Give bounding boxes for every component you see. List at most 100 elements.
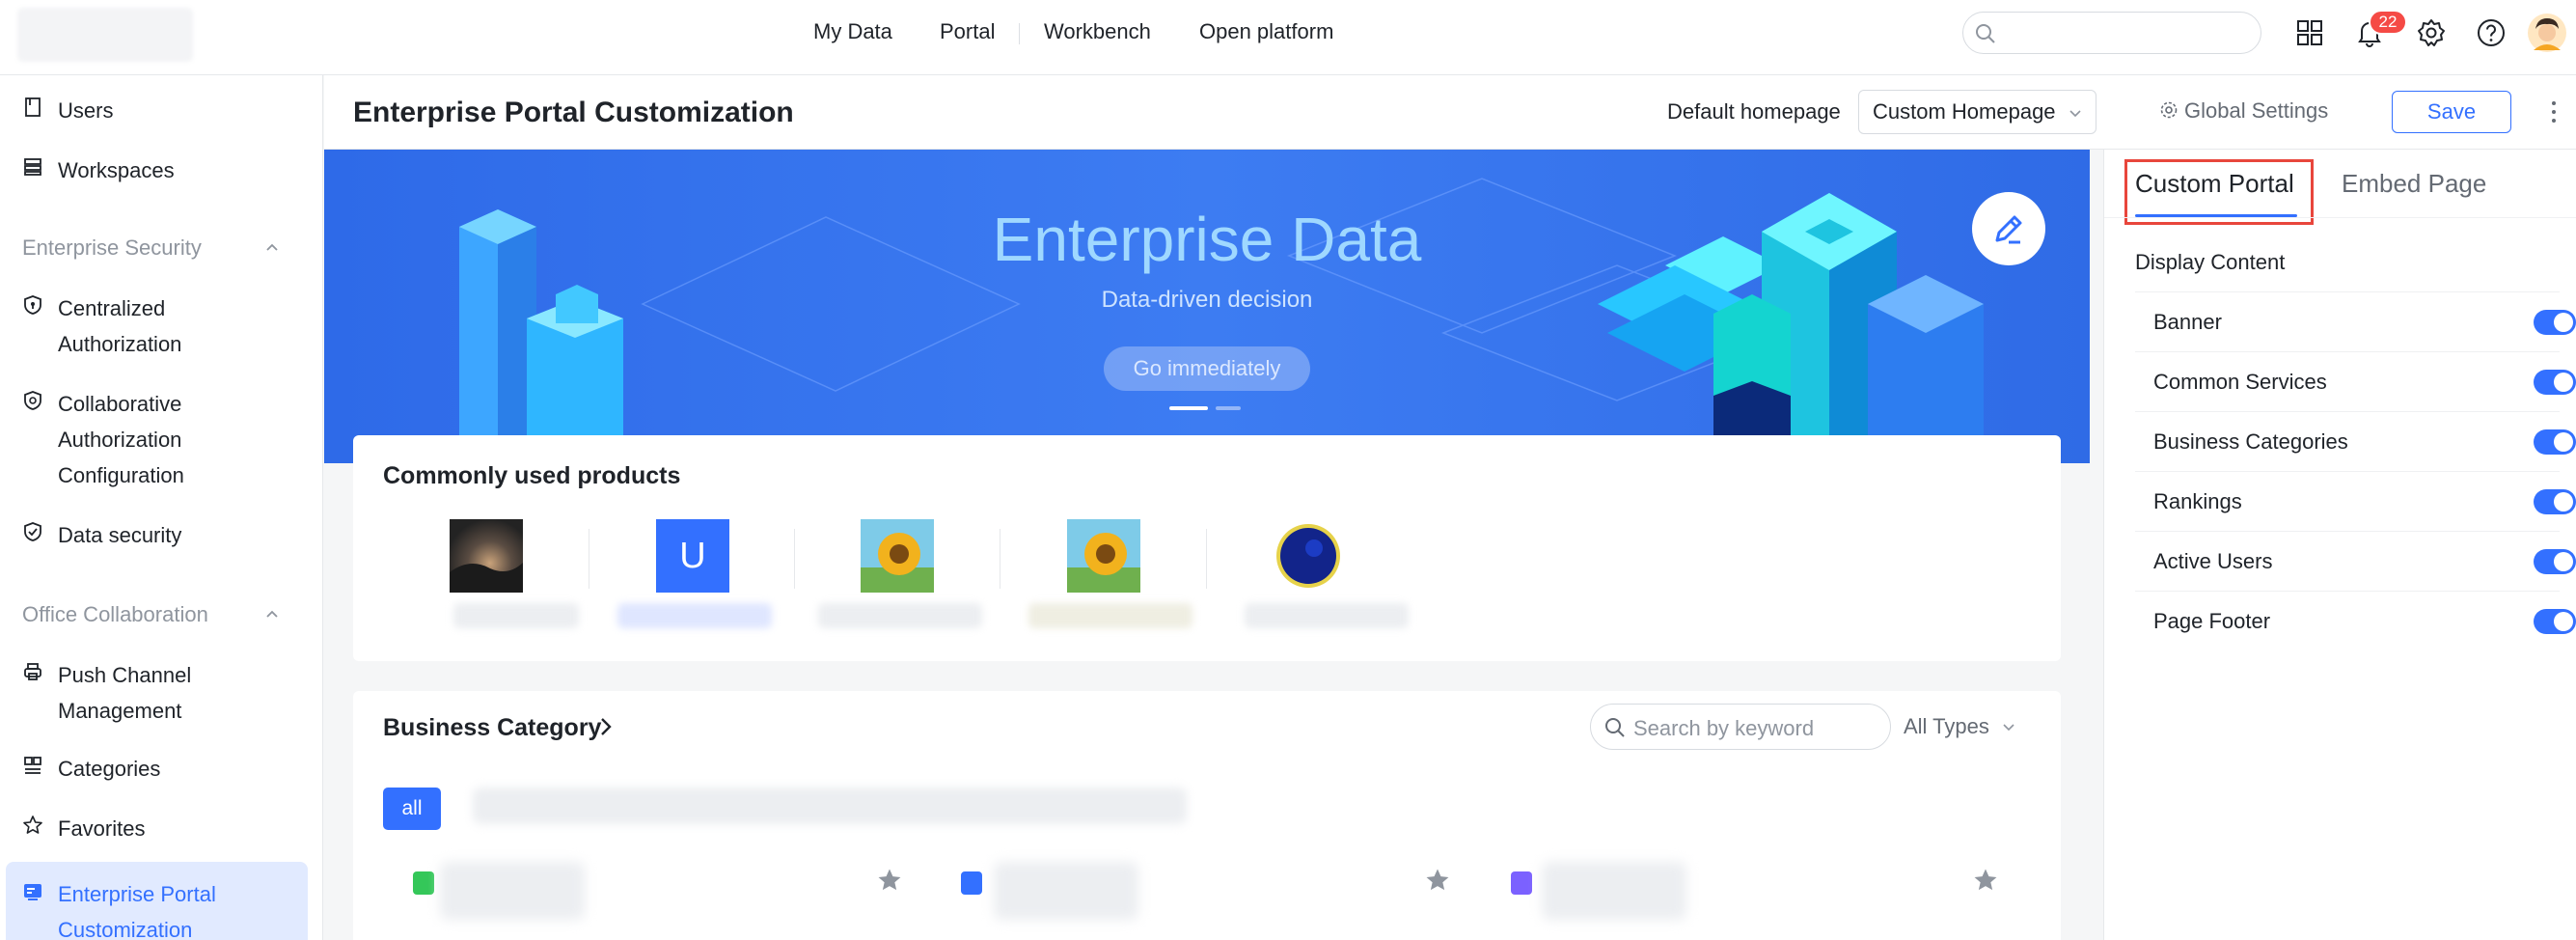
shield-icon [24,295,41,315]
sidebar-item-label: Data security [58,523,182,547]
settings-icon [2160,101,2178,119]
commonly-used-products-card: Commonly used products [353,435,2061,661]
row-label: Active Users [2153,549,2273,573]
sidebar-item-label: Enterprise Portal Customization [58,876,216,940]
carousel-dot[interactable] [1216,406,1241,410]
nav-my-data[interactable]: My Data [813,19,892,44]
save-button[interactable]: Save [2392,91,2511,133]
row-label: Common Services [2153,370,2327,394]
default-homepage-select[interactable]: Custom Homepage [1858,90,2096,134]
global-settings-label: Global Settings [2184,98,2329,123]
all-types-dropdown[interactable]: All Types [1904,714,2014,739]
item-name-redacted[interactable] [1542,862,1686,920]
nav-portal[interactable]: Portal [940,19,995,44]
sidebar-section-office-collaboration[interactable]: Office Collaboration [22,602,278,627]
sidebar-item-label: Favorites [58,816,146,841]
item-name-redacted[interactable] [440,862,585,920]
portal-icon [24,884,41,900]
product-thumbnail[interactable] [861,519,934,593]
product-thumbnail[interactable] [1272,519,1345,593]
display-row-banner: Banner [2135,291,2576,351]
card-title: Commonly used products [383,462,681,489]
global-settings-button[interactable]: Global Settings [2160,98,2329,124]
pencil-icon [1995,215,2022,244]
sheet-icon [413,871,434,895]
edit-banner-button[interactable] [1972,192,2045,265]
top-bar: My Data Portal Workbench Open platform 2… [0,0,2576,75]
display-content-title: Display Content [2135,250,2286,274]
search-icon [1976,24,1995,43]
product-label-redacted [617,603,772,628]
book-icon [25,97,41,117]
sidebar-item-label: Centralized Authorization [58,290,181,362]
apps-grid-icon[interactable] [2294,17,2325,48]
label-line: Push Channel [58,663,192,687]
dropdown-value: All Types [1904,714,1989,738]
product-letter-icon[interactable]: U [656,519,729,593]
banner-toggle[interactable] [2534,310,2576,335]
product-label-redacted [1028,603,1192,628]
row-label: Business Categories [2153,429,2348,454]
row-label: Rankings [2153,489,2242,513]
star-icon[interactable] [1972,867,1999,894]
go-immediately-button[interactable]: Go immediately [1104,346,1310,391]
nav-separator [1019,23,1020,44]
sidebar: Users Workspaces Enterprise Security Cen… [0,75,323,940]
global-search-input[interactable] [1962,12,2261,54]
sidebar-item-label: Push Channel Management [58,657,191,729]
shield-check-icon [24,522,41,541]
tab-embed-page[interactable]: Embed Page [2342,169,2486,199]
carousel-dot-active[interactable] [1169,406,1208,410]
select-value: Custom Homepage [1873,99,2056,124]
portal-banner: Enterprise Data Data-driven decision Go … [324,150,2090,463]
active-users-toggle[interactable] [2534,549,2576,574]
display-row-active-users: Active Users [2135,531,2576,591]
chart-icon [961,871,982,895]
business-category-title[interactable]: Business Category [383,714,601,742]
chevron-up-icon [266,243,278,251]
common-services-toggle[interactable] [2534,370,2576,395]
search-icon [1605,718,1625,737]
rankings-toggle[interactable] [2534,489,2576,514]
label-line: Customization [58,918,193,940]
banner-title: Enterprise Data [992,205,1422,274]
product-thumbnail[interactable] [1067,519,1140,593]
sidebar-item-label: Users [58,98,114,123]
chevron-up-icon [266,610,278,618]
stack-icon [24,158,41,176]
row-label: Banner [2153,310,2222,334]
page-footer-toggle[interactable] [2534,609,2576,634]
tab-divider [2104,217,2576,218]
star-icon[interactable] [1424,867,1451,894]
gear-icon[interactable] [2416,17,2447,48]
nav-open-platform[interactable]: Open platform [1199,19,1333,44]
sidebar-section-enterprise-security[interactable]: Enterprise Security [22,235,278,261]
search-by-keyword-input[interactable]: Search by keyword [1590,704,1891,750]
product-thumbnail[interactable] [450,519,523,593]
star-outline-icon [23,816,42,834]
title-text: Business Category [383,714,602,741]
user-avatar[interactable] [2528,14,2566,52]
row-label: Page Footer [2153,609,2271,633]
divider [1206,529,1207,589]
label-line: Collaborative [58,392,182,416]
category-icon [24,757,41,774]
search-placeholder: Search by keyword [1633,716,1815,740]
nav-workbench[interactable]: Workbench [1044,19,1151,44]
display-row-page-footer: Page Footer [2135,591,2576,650]
star-icon[interactable] [876,867,903,894]
display-row-rankings: Rankings [2135,471,2576,531]
more-vertical-icon[interactable] [2548,98,2560,125]
banner-subtitle: Data-driven decision [1101,287,1313,313]
chevron-right-icon[interactable] [598,716,614,737]
chevron-down-icon [2069,110,2081,118]
label-line: Authorization [58,332,182,356]
help-icon[interactable] [2476,17,2507,48]
default-homepage-label: Default homepage [1667,99,1841,124]
item-name-redacted[interactable] [994,862,1138,920]
divider [794,529,795,589]
category-filter-all[interactable]: all [383,788,441,830]
business-categories-toggle[interactable] [2534,429,2576,455]
label-line: Enterprise Portal [58,882,216,906]
display-row-business-categories: Business Categories [2135,411,2576,471]
